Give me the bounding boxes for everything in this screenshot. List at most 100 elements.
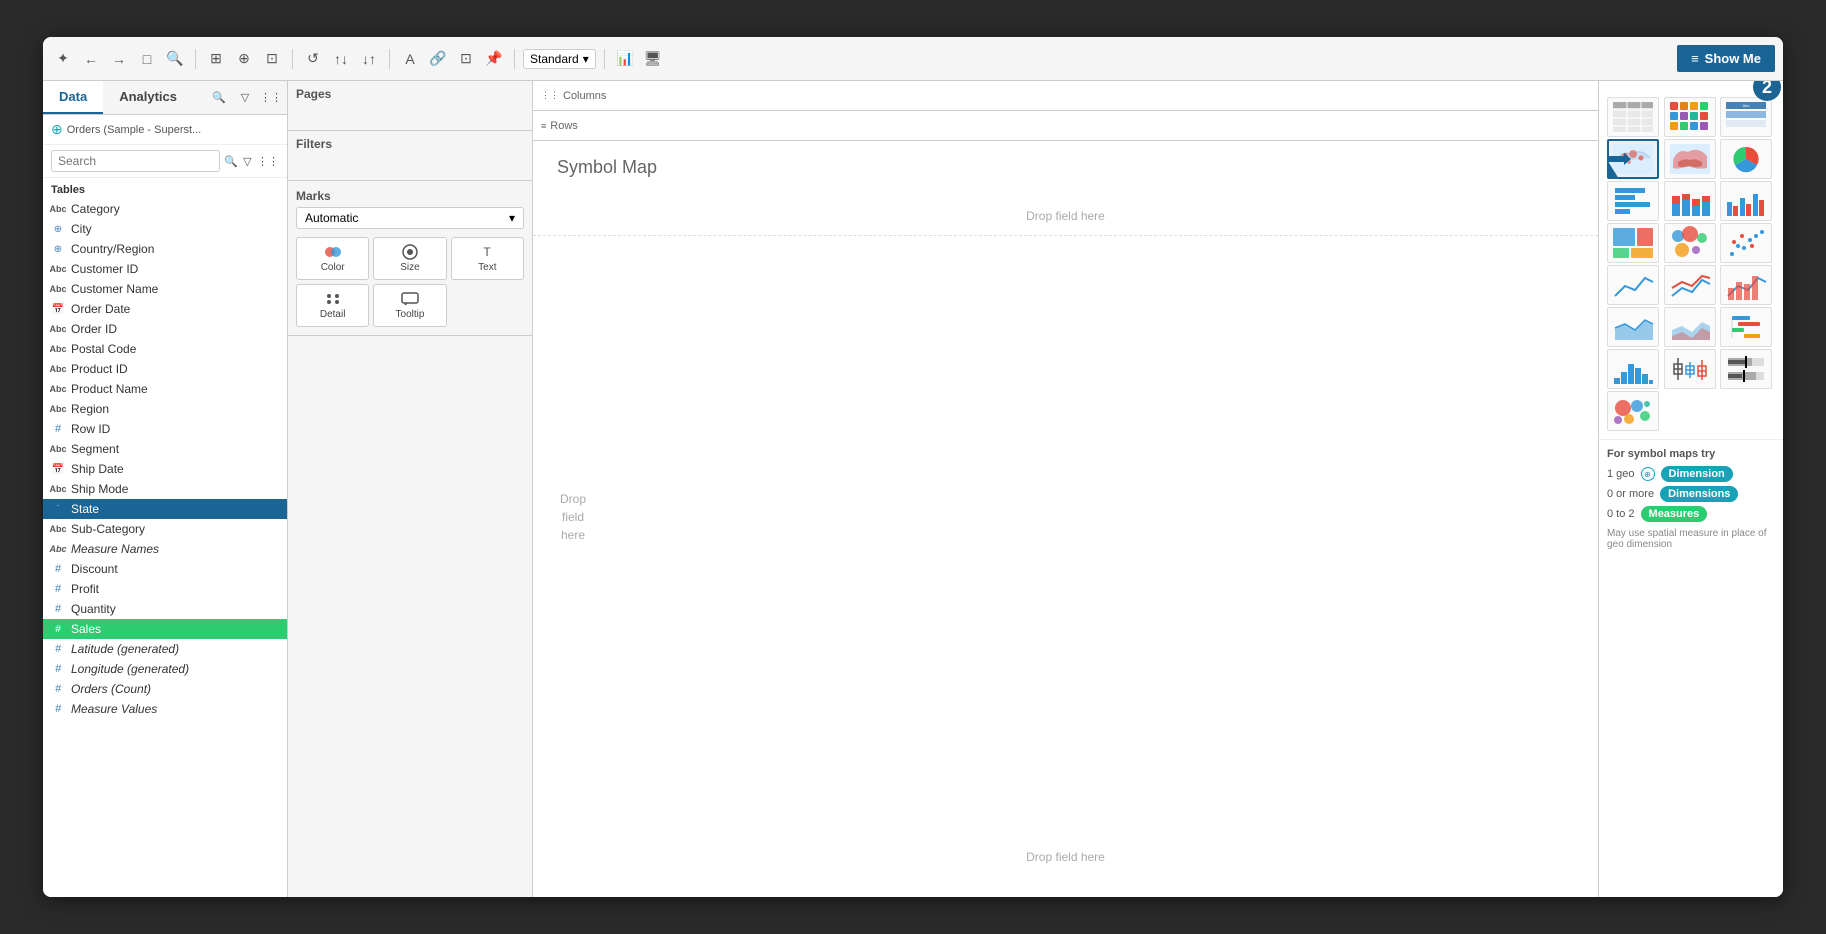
chart-line-discrete[interactable] <box>1664 265 1716 305</box>
sort-desc-icon[interactable]: ↓↑ <box>357 47 381 71</box>
chart-heat-map[interactable] <box>1664 97 1716 137</box>
chart-area-discrete[interactable] <box>1664 307 1716 347</box>
field-latitude[interactable]: # Latitude (generated) <box>43 639 287 659</box>
save-icon[interactable]: □ <box>135 47 159 71</box>
marks-text-btn[interactable]: T Text <box>451 237 524 280</box>
rows-icon: ≡ <box>541 121 546 131</box>
field-segment[interactable]: Abc Segment <box>43 439 287 459</box>
chart-symbol-map[interactable]: 3 <box>1607 139 1659 179</box>
text-color-icon[interactable]: A <box>398 47 422 71</box>
chart-dual-line[interactable] <box>1720 265 1772 305</box>
field-product-id[interactable]: Abc Product ID <box>43 359 287 379</box>
req-row-2: 0 or more Dimensions <box>1607 486 1775 502</box>
filter-fields-icon[interactable]: ▽ <box>233 86 257 110</box>
marks-type-dropdown[interactable]: Automatic ▾ <box>296 207 524 229</box>
chart-bullet[interactable] <box>1720 349 1772 389</box>
marks-buttons: Color Size T <box>296 237 524 327</box>
field-measure-values[interactable]: # Measure Values <box>43 699 287 719</box>
chart-box[interactable] <box>1664 349 1716 389</box>
field-discount[interactable]: # Discount <box>43 559 287 579</box>
standard-dropdown[interactable]: Standard ▾ <box>523 49 596 69</box>
chart-stacked-bars[interactable] <box>1664 181 1716 221</box>
field-state[interactable]: ⊕ State <box>43 499 287 519</box>
chart-line[interactable] <box>1607 265 1659 305</box>
field-row-id[interactable]: # Row ID <box>43 419 287 439</box>
sort-asc-icon[interactable]: ↑↓ <box>329 47 353 71</box>
field-ship-mode[interactable]: Abc Ship Mode <box>43 479 287 499</box>
marks-size-btn[interactable]: Size <box>373 237 446 280</box>
columns-row: ⋮⋮ Columns <box>533 81 1598 111</box>
sort-fields-icon[interactable]: ⋮⋮ <box>259 86 283 110</box>
home-icon[interactable]: ✦ <box>51 47 75 71</box>
undo-icon[interactable]: ↺ <box>301 47 325 71</box>
forward-icon[interactable]: → <box>107 47 131 71</box>
marks-color-btn[interactable]: Color <box>296 237 369 280</box>
chart-packed-bubbles[interactable] <box>1607 391 1659 431</box>
chart-scatter[interactable] <box>1720 223 1772 263</box>
marks-detail-btn[interactable]: Detail <box>296 284 369 327</box>
chart-icon[interactable]: 📊 <box>613 47 637 71</box>
field-longitude[interactable]: # Longitude (generated) <box>43 659 287 679</box>
show-me-button[interactable]: ≡ Show Me <box>1677 45 1775 72</box>
tab-data[interactable]: Data <box>43 81 103 114</box>
dimension-badge-1: Dimension <box>1661 466 1733 482</box>
field-order-id[interactable]: Abc Order ID <box>43 319 287 339</box>
chart-filled-map[interactable] <box>1664 139 1716 179</box>
marks-tooltip-btn[interactable]: Tooltip <box>373 284 446 327</box>
field-orders-count[interactable]: # Orders (Count) <box>43 679 287 699</box>
view-icon[interactable]: ⋮⋮ <box>257 149 279 173</box>
field-ship-date[interactable]: 📅 Ship Date <box>43 459 287 479</box>
field-quantity[interactable]: # Quantity <box>43 599 287 619</box>
pin-icon[interactable]: 📌 <box>482 47 506 71</box>
present-icon[interactable]: ⊡ <box>260 47 284 71</box>
field-customer-name[interactable]: Abc Customer Name <box>43 279 287 299</box>
field-sub-category[interactable]: Abc Sub-Category <box>43 519 287 539</box>
search-btn[interactable]: 🔍 <box>224 149 238 173</box>
field-order-date[interactable]: 📅 Order Date <box>43 299 287 319</box>
chart-pie[interactable] <box>1720 139 1772 179</box>
fit-icon[interactable]: ⊡ <box>454 47 478 71</box>
hash-icon: # <box>51 642 65 656</box>
chart-text-table[interactable] <box>1607 97 1659 137</box>
histogram-icon <box>1611 352 1655 386</box>
search-fields-icon[interactable]: 🔍 <box>207 86 231 110</box>
field-measure-names[interactable]: Abc Measure Names <box>43 539 287 559</box>
data-icon[interactable]: ⊞ <box>204 47 228 71</box>
chart-treemap[interactable] <box>1607 223 1659 263</box>
field-region[interactable]: Abc Region <box>43 399 287 419</box>
field-postal-code[interactable]: Abc Postal Code <box>43 339 287 359</box>
chart-horiz-bars[interactable] <box>1607 181 1659 221</box>
tab-analytics[interactable]: Analytics <box>103 81 193 114</box>
abc-icon: Abc <box>51 542 65 556</box>
tooltip-label: Tooltip <box>396 309 425 320</box>
filter-icon[interactable]: ▽ <box>242 149 253 173</box>
drop-zone-left[interactable]: Drop field here <box>533 196 613 837</box>
chart-side-by-side[interactable] <box>1720 181 1772 221</box>
chart-gantt[interactable] <box>1720 307 1772 347</box>
search-icon[interactable]: 🔍 <box>163 47 187 71</box>
field-product-name[interactable]: Abc Product Name <box>43 379 287 399</box>
field-city[interactable]: ⊕ City <box>43 219 287 239</box>
back-icon[interactable]: ← <box>79 47 103 71</box>
device-icon[interactable]: 🖥 <box>641 47 665 71</box>
field-profit[interactable]: # Profit <box>43 579 287 599</box>
chart-highlight-table[interactable]: Abc <box>1720 97 1772 137</box>
drop-zone-main[interactable]: Drop field here <box>533 837 1598 877</box>
field-country[interactable]: ⊕ Country/Region <box>43 239 287 259</box>
field-category[interactable]: Abc Category <box>43 199 287 219</box>
chart-histogram[interactable] <box>1607 349 1659 389</box>
field-sales[interactable]: # Sales <box>43 619 287 639</box>
search-input[interactable] <box>51 150 220 172</box>
line-discrete-icon <box>1668 268 1712 302</box>
field-customer-id[interactable]: Abc Customer ID <box>43 259 287 279</box>
chart-area[interactable] <box>1607 307 1659 347</box>
tooltip-icon <box>400 291 420 307</box>
link-icon[interactable]: 🔗 <box>426 47 450 71</box>
connect-icon[interactable]: ⊕ <box>232 47 256 71</box>
abc-icon: Abc <box>51 362 65 376</box>
dropdown-arrow: ▾ <box>583 52 589 66</box>
drop-zone-top[interactable]: Drop field here <box>533 196 1598 236</box>
chart-circles[interactable] <box>1664 223 1716 263</box>
gantt-icon <box>1724 310 1768 344</box>
geo-icon: ⊕ <box>51 242 65 256</box>
